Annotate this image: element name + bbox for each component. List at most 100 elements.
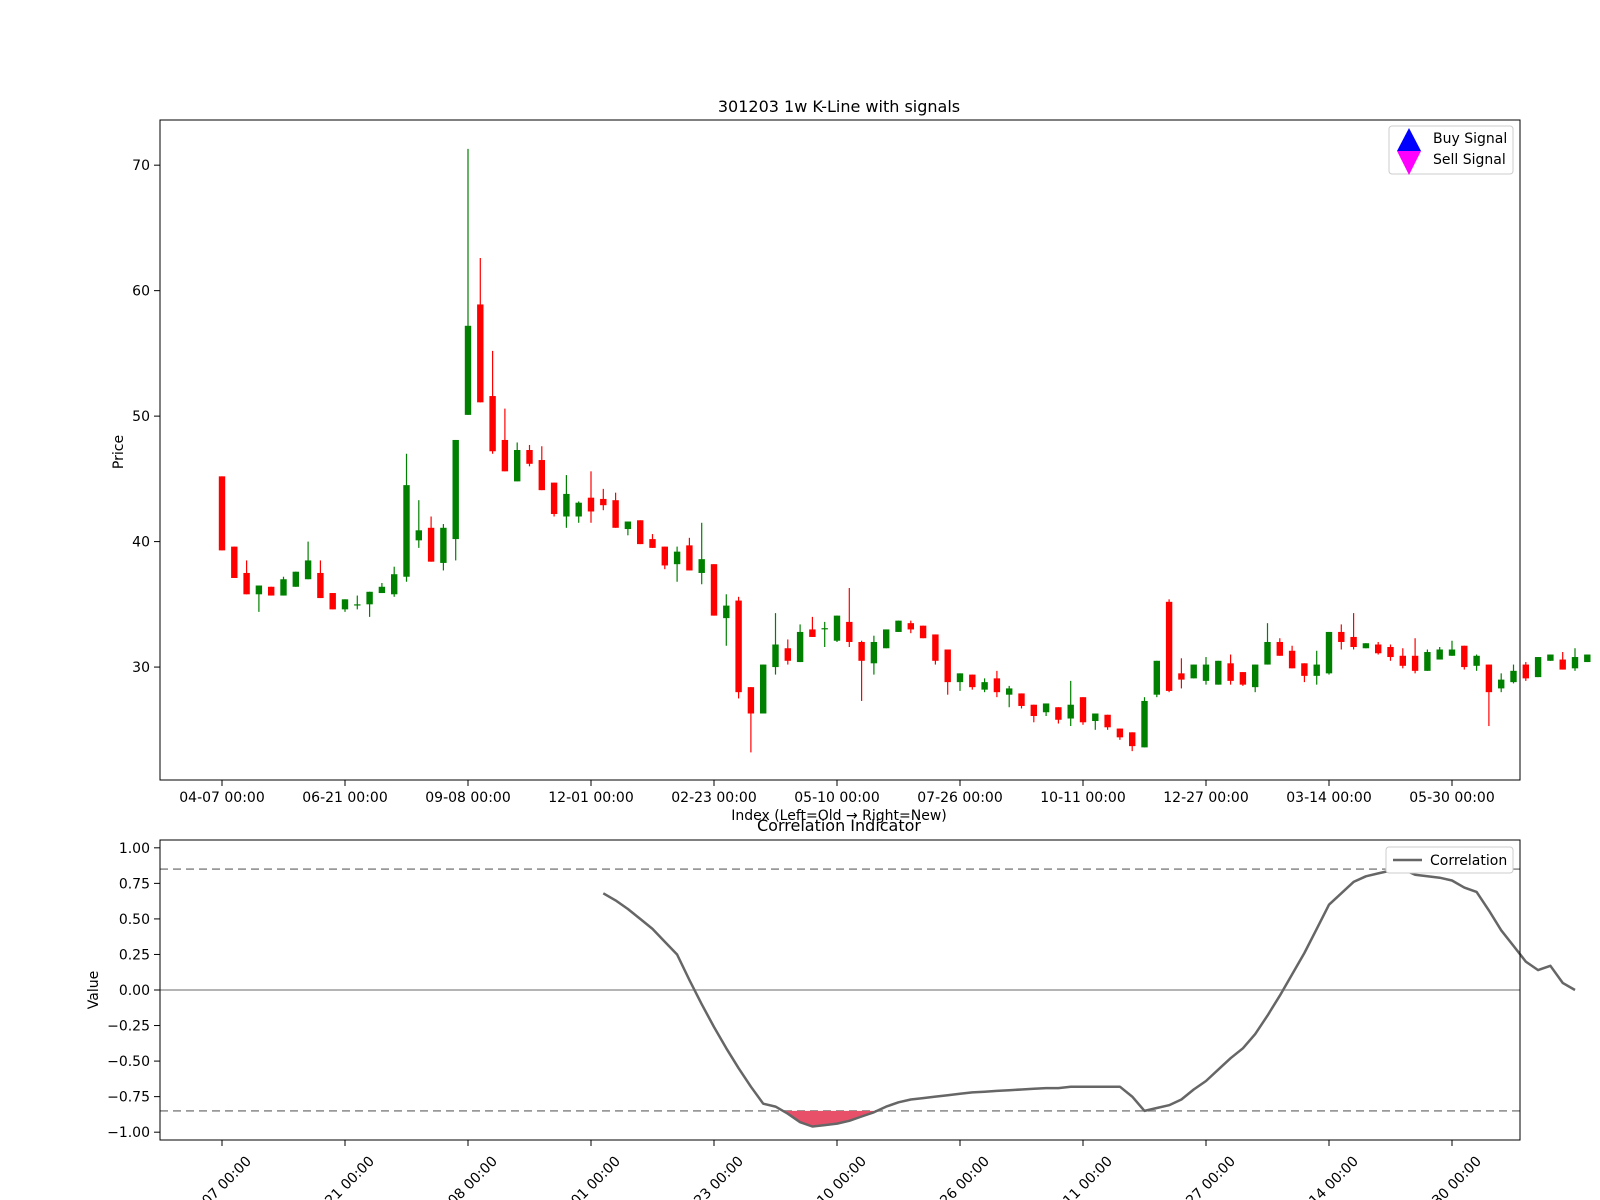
candle-body xyxy=(1227,663,1234,681)
candle-body xyxy=(846,621,853,642)
candle-body xyxy=(1424,652,1431,671)
candle-body xyxy=(1325,631,1333,674)
kline-title: 301203 1w K-Line with signals xyxy=(718,97,960,116)
candle-body xyxy=(1202,664,1210,681)
candle-body xyxy=(1301,663,1308,676)
candle-body xyxy=(268,586,275,596)
candle-body xyxy=(969,674,976,688)
candle-body xyxy=(1190,664,1197,679)
candle-body xyxy=(1030,704,1037,717)
candle-body xyxy=(550,482,558,514)
chart-canvas: 301203 1w K-Line with signals 30 40 50 60 70… xyxy=(86,97,1591,1200)
candle-body xyxy=(575,502,582,517)
y-tick-label: 40 xyxy=(132,535,150,551)
candle-body xyxy=(1104,714,1111,728)
candle-body xyxy=(1584,654,1591,663)
y-tick-label: 70 xyxy=(132,158,150,174)
correlation-panel: Correlation Indicator −1.00 −0.75 −0.50 −0.… xyxy=(86,816,1576,1200)
correlation-title: Correlation Indicator xyxy=(757,816,921,835)
kline-plot-area xyxy=(160,120,1520,780)
correlation-y-axis: −1.00 −0.75 −0.50 −0.25 0.00 0.25 0.50 0.75 1.00 xyxy=(107,841,160,1141)
candle-body xyxy=(1547,654,1554,661)
candle-body xyxy=(1092,713,1099,722)
candle-body xyxy=(1141,700,1148,748)
candle-body xyxy=(735,600,742,693)
reference-lines xyxy=(160,868,1520,1112)
x-tick-label: 03-14 00:00 xyxy=(1290,1154,1362,1200)
candle-body xyxy=(1387,646,1394,658)
candle-body xyxy=(1116,728,1124,738)
candle-body xyxy=(1079,697,1087,723)
y-tick-label: 0.75 xyxy=(119,876,150,892)
candle-body xyxy=(858,641,865,661)
candle-body xyxy=(895,620,902,632)
candle-body xyxy=(1338,631,1345,642)
x-tick-label: 06-21 00:00 xyxy=(302,790,387,806)
x-tick-label: 07-26 00:00 xyxy=(917,790,1002,806)
candle-body xyxy=(1571,657,1579,669)
y-tick-label: −0.75 xyxy=(107,1090,150,1106)
candle-body xyxy=(1006,688,1013,695)
y-tick-label: 50 xyxy=(132,409,150,425)
candle-body xyxy=(1313,664,1320,676)
legend-correlation: Correlation xyxy=(1430,853,1507,869)
candle-body xyxy=(341,599,349,610)
x-tick-label: 04-07 00:00 xyxy=(183,1154,255,1200)
candle-body xyxy=(1461,645,1468,668)
candle-body xyxy=(280,579,287,596)
candle-body xyxy=(784,648,791,661)
candle-body xyxy=(673,551,681,565)
candle-body xyxy=(870,641,878,664)
y-tick-label: −0.50 xyxy=(107,1054,150,1070)
candle-body xyxy=(1276,641,1283,656)
candle-body xyxy=(563,493,570,517)
candle-body xyxy=(1018,693,1025,706)
candle-body xyxy=(354,604,361,606)
candle-body xyxy=(1534,657,1542,678)
candle-body xyxy=(760,664,767,714)
candle-body xyxy=(243,572,250,595)
x-tick-label: 12-27 00:00 xyxy=(1163,790,1248,806)
candle-body xyxy=(329,593,336,610)
candle-body xyxy=(1411,655,1419,671)
candle-body xyxy=(292,571,299,587)
candle-body xyxy=(981,682,988,690)
candle-body xyxy=(231,546,238,578)
candle-body xyxy=(1288,650,1296,669)
candle-body xyxy=(427,527,435,562)
correlation-x-axis: 04-07 00:00 06-21 00:00 09-08 00:00 12-01 0… xyxy=(183,1140,1485,1200)
candle-body xyxy=(833,615,841,641)
candle-body xyxy=(932,634,939,661)
candle-body xyxy=(1350,636,1357,647)
legend-sell-signal: Sell Signal xyxy=(1433,152,1506,168)
candle-body xyxy=(304,560,312,580)
x-tick-label: 05-10 00:00 xyxy=(798,1154,870,1200)
candle-body xyxy=(1215,660,1222,685)
candle-body xyxy=(1485,664,1493,693)
candle-body xyxy=(624,521,632,530)
x-tick-label: 05-30 00:00 xyxy=(1409,790,1494,806)
kline-panel: 301203 1w K-Line with signals 30 40 50 60 70… xyxy=(111,97,1591,824)
candle-body xyxy=(1522,664,1529,679)
candle-body xyxy=(698,559,705,573)
candle-body xyxy=(415,530,422,541)
x-tick-label: 03-14 00:00 xyxy=(1286,790,1371,806)
correlation-y-label: Value xyxy=(86,971,102,1009)
candle-body xyxy=(587,497,595,512)
x-tick-label: 05-10 00:00 xyxy=(794,790,879,806)
x-tick-label: 06-21 00:00 xyxy=(306,1154,378,1200)
candle-body xyxy=(1436,649,1443,660)
candle-body xyxy=(477,304,484,403)
x-tick-label: 10-11 00:00 xyxy=(1044,1154,1116,1200)
candle-body xyxy=(772,644,779,668)
candle-body xyxy=(809,629,816,637)
y-tick-label: 0.00 xyxy=(119,983,150,999)
candle-body xyxy=(710,564,718,616)
y-tick-label: 30 xyxy=(132,660,150,676)
x-tick-label: 04-07 00:00 xyxy=(179,790,264,806)
candle-body xyxy=(1153,660,1160,695)
y-tick-label: 0.25 xyxy=(119,947,150,963)
candle-body xyxy=(600,498,607,506)
candle-body xyxy=(1178,673,1185,680)
candle-body xyxy=(723,605,730,619)
